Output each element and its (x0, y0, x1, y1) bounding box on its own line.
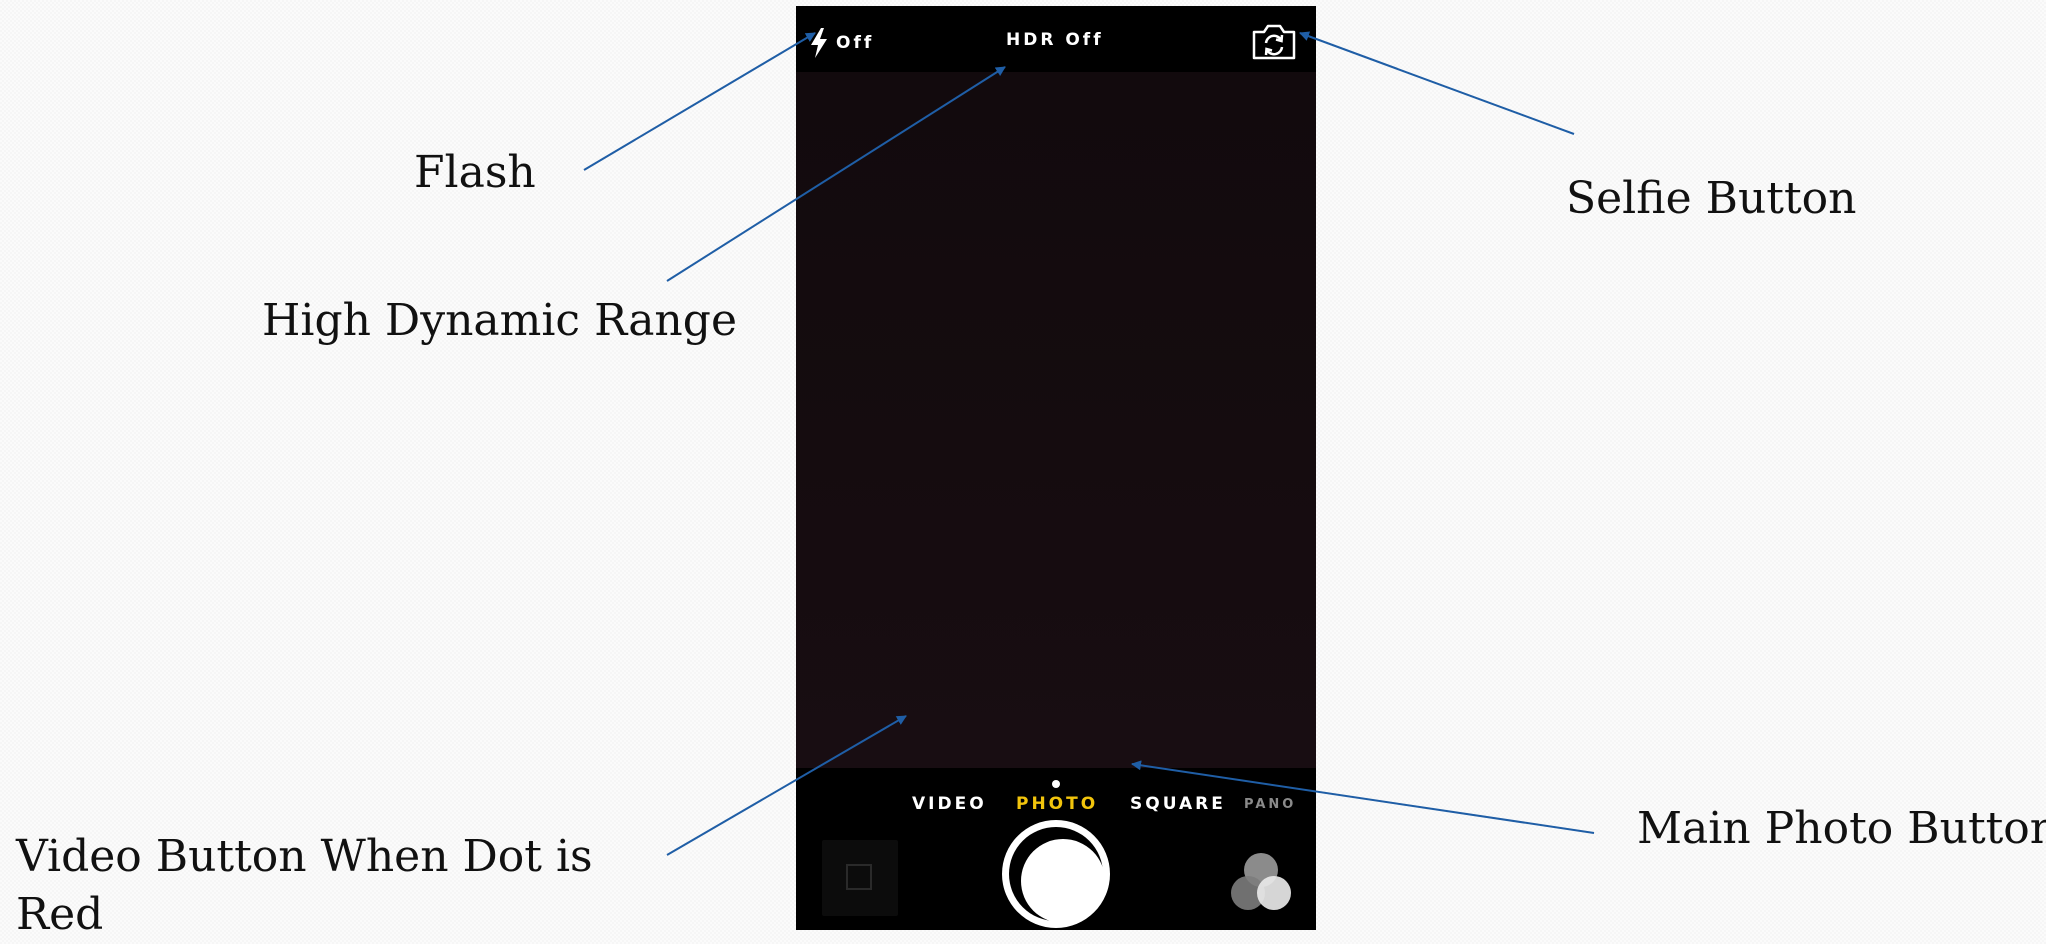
flash-annotation-label: Flash (414, 147, 536, 198)
main-photo-annotation-label: Main Photo Button (1637, 803, 2046, 854)
flash-arrow (583, 32, 816, 171)
flash-toggle[interactable]: Off (810, 28, 874, 58)
camera-screen: Off HDR Off VIDEO PHOTO SQUARE PANO (796, 6, 1316, 930)
shutter-button[interactable] (1002, 820, 1110, 928)
shutter-core (1021, 839, 1105, 923)
mode-photo[interactable]: PHOTO (1016, 794, 1098, 814)
mode-pano[interactable]: PANO (1244, 797, 1296, 812)
photo-thumbnail-icon (846, 864, 872, 890)
flash-status: Off (836, 33, 875, 53)
mode-selector: VIDEO PHOTO SQUARE PANO (796, 794, 1316, 820)
selfie-arrow (1299, 31, 1575, 135)
hdr-toggle[interactable]: HDR Off (1006, 30, 1104, 50)
flash-bolt-icon (811, 28, 827, 58)
photo-thumbnail-button[interactable] (822, 840, 898, 916)
selfie-button[interactable] (1251, 23, 1297, 61)
camera-bottom-bar: VIDEO PHOTO SQUARE PANO (796, 768, 1316, 930)
camera-flip-icon (1252, 24, 1296, 60)
viewfinder[interactable] (796, 72, 1316, 768)
mode-indicator-dot (1052, 780, 1060, 788)
camera-top-bar: Off HDR Off (796, 6, 1316, 72)
selfie-annotation-label: Selfie Button (1566, 173, 1857, 224)
shutter-button-icon (1009, 827, 1105, 923)
filters-button[interactable] (1228, 850, 1294, 916)
mode-video[interactable]: VIDEO (912, 794, 987, 814)
video-annotation-label: Video Button When Dot is Red (16, 831, 593, 940)
hdr-annotation-label: High Dynamic Range (262, 295, 737, 346)
mode-square[interactable]: SQUARE (1130, 794, 1226, 814)
filters-circles-icon (1231, 853, 1291, 910)
